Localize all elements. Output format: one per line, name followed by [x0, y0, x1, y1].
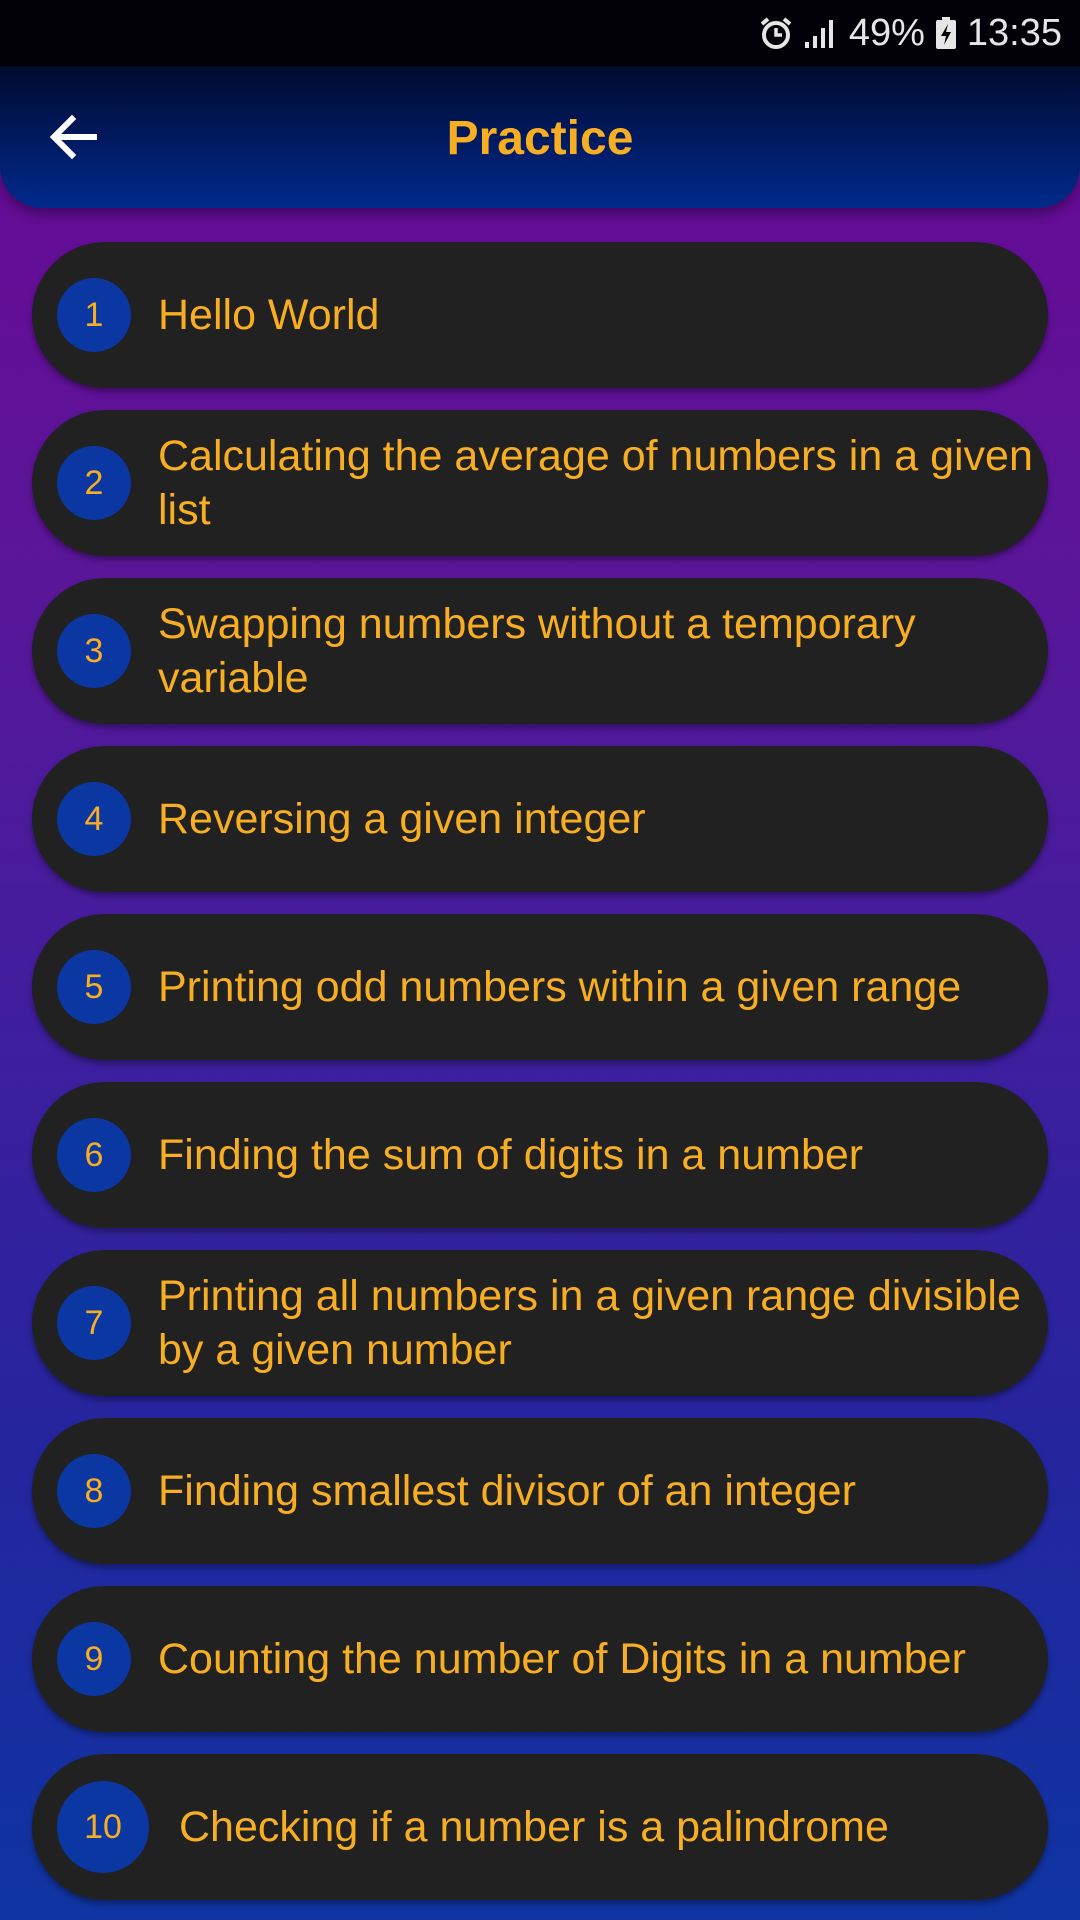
page-title: Practice: [446, 112, 634, 165]
item-title: Counting the number of Digits in a numbe…: [158, 1635, 966, 1683]
status-icons: 49% 13:35: [759, 0, 1062, 66]
list-item[interactable]: 6 Finding the sum of digits in a number: [32, 1082, 1048, 1228]
item-number-badge: 1: [57, 278, 131, 352]
item-number-badge: 10: [57, 1781, 149, 1873]
item-number-badge: 4: [57, 782, 131, 856]
list-item[interactable]: 4 Reversing a given integer: [32, 746, 1048, 892]
list-item[interactable]: 9 Counting the number of Digits in a num…: [32, 1586, 1048, 1732]
item-title: Reversing a given integer: [158, 795, 646, 843]
item-number-badge: 2: [57, 446, 131, 520]
list-item[interactable]: 2 Calculating the average of numbers in …: [32, 410, 1048, 556]
item-title: Finding the sum of digits in a number: [158, 1131, 864, 1179]
item-number-badge: 9: [57, 1622, 131, 1696]
item-number-badge: 7: [57, 1286, 131, 1360]
item-title: Printing all numbers in a given range di…: [158, 1272, 1021, 1374]
signal-icon: [803, 16, 839, 50]
list-item[interactable]: 8 Finding smallest divisor of an integer: [32, 1418, 1048, 1564]
list-item[interactable]: 7 Printing all numbers in a given range …: [32, 1250, 1048, 1396]
item-title: Printing odd numbers within a given rang…: [158, 963, 962, 1011]
item-title: Finding smallest divisor of an integer: [158, 1467, 856, 1515]
battery-percent: 49%: [848, 11, 925, 54]
list-item[interactable]: 10 Checking if a number is a palindrome: [32, 1754, 1048, 1900]
battery-charging-icon: [935, 16, 957, 50]
item-title: Calculating the average of numbers in a …: [158, 432, 1033, 534]
alarm-icon: [759, 16, 793, 50]
app-bar: Practice: [0, 66, 1080, 208]
list-item[interactable]: 5 Printing odd numbers within a given ra…: [32, 914, 1048, 1060]
status-bar: 49% 13:35: [0, 0, 1080, 66]
item-number-badge: 3: [57, 614, 131, 688]
item-number-badge: 5: [57, 950, 131, 1024]
item-number-badge: 8: [57, 1454, 131, 1528]
list-item[interactable]: 3 Swapping numbers without a temporary v…: [32, 578, 1048, 724]
item-title: Hello World: [158, 291, 380, 339]
item-title: Swapping numbers without a temporary var…: [158, 600, 916, 702]
practice-list: 1 Hello World 2 Calculating the average …: [32, 242, 1048, 1920]
item-title: Checking if a number is a palindrome: [179, 1803, 889, 1851]
item-number-badge: 6: [57, 1118, 131, 1192]
list-item[interactable]: 1 Hello World: [32, 242, 1048, 388]
status-time: 13:35: [966, 11, 1062, 54]
